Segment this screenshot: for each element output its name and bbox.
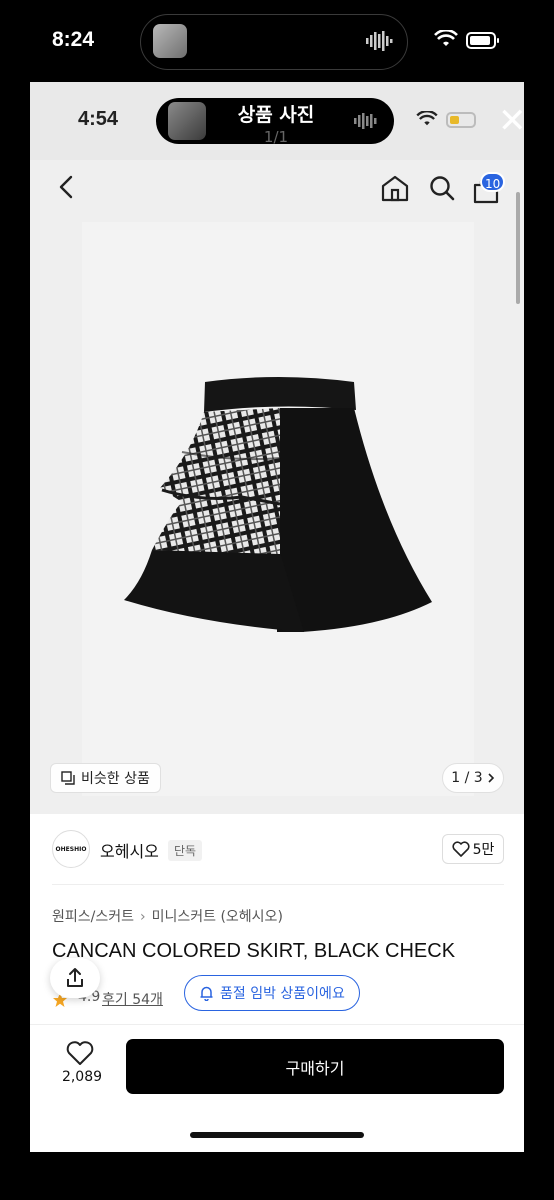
home-indicator[interactable]	[190, 1132, 364, 1138]
similar-icon	[61, 771, 75, 785]
brand-name[interactable]: 오헤시오	[100, 838, 159, 862]
exclusive-badge: 단독	[168, 840, 203, 861]
buy-button[interactable]: 구매하기	[126, 1039, 504, 1094]
scrollbar[interactable]	[516, 192, 520, 304]
back-icon[interactable]	[56, 174, 76, 200]
screenshot-panel: 4:54 상품 사진 1/1 ✕ 10 비슷한 상품 1 / 3 OHESHIO…	[30, 82, 524, 1152]
wishlist-heart-icon[interactable]	[66, 1040, 94, 1066]
brand-like-count: 5만	[472, 842, 495, 858]
cart-count-badge: 10	[480, 172, 506, 192]
home-icon[interactable]	[380, 174, 410, 202]
breadcrumb-separator: ›	[140, 909, 146, 925]
brand-logo[interactable]: OHESHIO	[52, 830, 90, 868]
island-title: 상품 사진	[237, 104, 315, 126]
similar-products-button[interactable]: 비슷한 상품	[50, 763, 161, 793]
similar-products-label: 비슷한 상품	[81, 771, 150, 787]
bell-icon	[200, 986, 213, 1001]
island-counter: 1/1	[263, 128, 289, 146]
stock-notice-label: 품절 임박 상품이에요	[220, 986, 345, 1002]
image-pager[interactable]: 1 / 3	[442, 763, 504, 793]
outer-status-time: 8:24	[52, 28, 95, 51]
review-link[interactable]: 후기 54개	[102, 989, 163, 1009]
chevron-right-icon	[488, 773, 494, 783]
wifi-icon	[434, 30, 458, 46]
share-button[interactable]	[50, 958, 100, 998]
wishlist-count: 2,089	[61, 1069, 103, 1085]
close-icon[interactable]: ✕	[498, 104, 524, 138]
product-image[interactable]	[82, 222, 474, 796]
pager-text: 1 / 3	[451, 770, 483, 786]
breadcrumb-category[interactable]: 원피스/스커트	[52, 909, 134, 925]
inner-battery-icon	[446, 112, 476, 128]
album-art-icon	[153, 24, 187, 58]
inner-status-time: 4:54	[78, 108, 119, 130]
inner-audio-wave-icon	[354, 113, 377, 129]
heart-icon	[452, 841, 470, 857]
breadcrumb: 원피스/스커트 › 미니스커트 (오헤시오)	[52, 906, 283, 926]
battery-icon	[466, 32, 499, 49]
inner-wifi-icon	[416, 111, 438, 126]
divider	[52, 884, 504, 885]
product-title: CANCAN COLORED SKIRT, BLACK CHECK	[52, 940, 456, 962]
brand-like-button[interactable]: 5만	[442, 834, 504, 864]
inner-album-art-icon	[168, 102, 206, 140]
search-icon[interactable]	[428, 174, 456, 202]
audio-wave-icon	[366, 31, 393, 51]
stock-notice[interactable]: 품절 임박 상품이에요	[184, 975, 360, 1011]
share-icon	[67, 968, 83, 987]
breadcrumb-subcategory[interactable]: 미니스커트 (오헤시오)	[152, 909, 283, 925]
